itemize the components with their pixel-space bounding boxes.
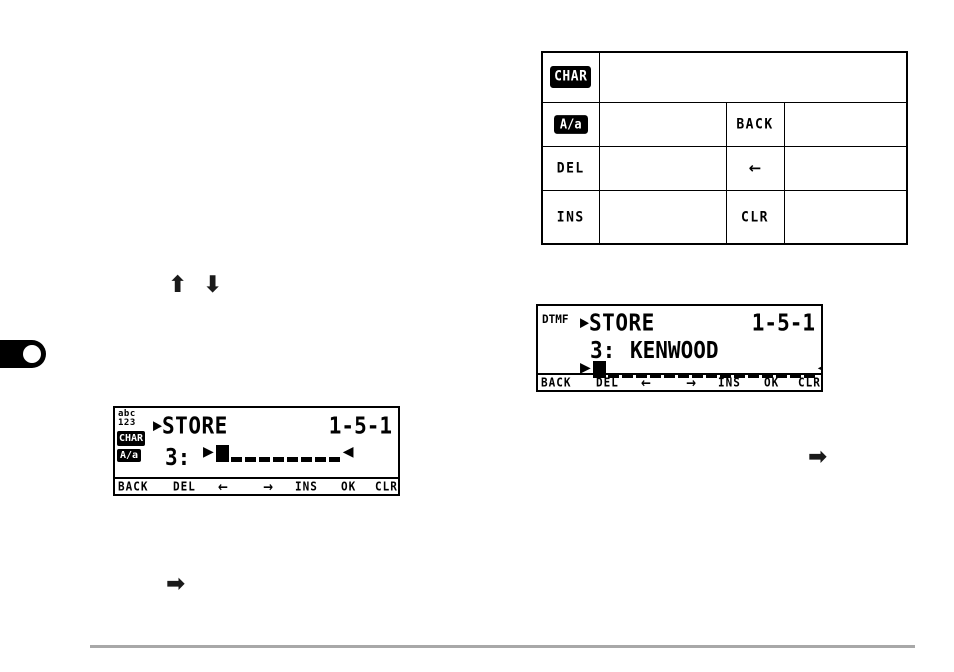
key-function-table: CHAR A/a BACK DEL ← INS CLR (541, 51, 908, 245)
softkey-[interactable]: ← (641, 374, 651, 390)
table-cell-empty (783, 189, 908, 245)
arrow-left-icon: ← (748, 158, 762, 177)
table-cell-back-key: BACK (725, 101, 785, 147)
back-key-label: BACK (736, 116, 774, 133)
lcd-display-empty-entry: abc 123 CHAR A/a ▶STORE 1-5-1 3: ▶ ◀ BACK… (113, 406, 400, 496)
lcd-menu-number: 1-5-1 (328, 412, 392, 440)
name-entry-field[interactable]: ▶◀ (203, 445, 354, 462)
arrow-up-icon: ⬆ (168, 272, 188, 298)
lcd-entry-value: KENWOOD (630, 337, 719, 364)
softkey-clr[interactable]: CLR (798, 375, 821, 390)
case-toggle-icon: A/a (117, 449, 142, 462)
table-cell-empty (598, 145, 727, 191)
abc-mode-icon: abc 123 (118, 409, 136, 428)
arrow-right-icon: ➡ (166, 571, 186, 597)
table-cell-empty (598, 189, 727, 245)
softkey-back[interactable]: BACK (118, 479, 149, 494)
selection-marker-icon: ▶ (153, 415, 163, 435)
table-cell-clr-key: CLR (725, 189, 785, 245)
page-edge-marker (0, 340, 46, 368)
char-key-icon: CHAR (117, 431, 146, 446)
selection-marker-icon: ▶ (580, 312, 590, 332)
entry-slot (272, 457, 284, 462)
table-cell-empty (783, 101, 908, 147)
table-row: A/a BACK (541, 101, 908, 147)
lcd-entry-prefix: 3: (165, 444, 191, 471)
page-title: STORE (162, 412, 228, 440)
entry-slot (300, 457, 312, 462)
entry-slot (314, 457, 326, 462)
softkey-[interactable]: → (263, 478, 273, 494)
entry-slot (328, 457, 340, 462)
lcd-icon-rail: abc 123 CHAR A/a (117, 410, 149, 462)
table-cell-ins-key: INS (541, 189, 600, 245)
arrow-down-icon: ⬇ (203, 272, 223, 298)
lcd-softkey-bar: BACK DEL ← → INS OK CLR (115, 477, 398, 494)
page-edge-marker-dot (23, 345, 41, 363)
entry-end-marker-icon: ◀ (342, 444, 354, 460)
table-row: CHAR (541, 51, 908, 103)
entry-start-marker-icon: ▶ (203, 444, 214, 460)
table-cell-case-key: A/a (541, 101, 600, 147)
lcd-menu-number: 1-5-1 (751, 309, 815, 337)
table-row: INS CLR (541, 189, 908, 245)
entry-slot (286, 457, 298, 462)
softkey-[interactable]: → (686, 374, 696, 390)
lcd-softkey-bar: BACK DEL ← → INS OK CLR (538, 373, 821, 390)
case-toggle-icon: A/a (553, 115, 588, 134)
softkey-ins[interactable]: INS (718, 375, 741, 390)
char-key-icon: CHAR (550, 66, 592, 89)
footer-divider (90, 645, 915, 648)
softkey-clr[interactable]: CLR (375, 479, 398, 494)
softkey-back[interactable]: BACK (541, 375, 572, 390)
softkey-ins[interactable]: INS (295, 479, 318, 494)
table-cell-empty (598, 51, 908, 103)
entry-slot (230, 457, 242, 462)
lcd-title-row: ▶STORE (153, 412, 228, 440)
lcd-title-row: ▶STORE (580, 309, 655, 337)
softkey-del[interactable]: DEL (173, 479, 196, 494)
table-cell-left-arrow-key: ← (725, 145, 785, 191)
ins-key-label: INS (556, 208, 585, 226)
entry-slot (258, 457, 270, 462)
softkey-ok[interactable]: OK (341, 479, 356, 494)
entry-slot (244, 457, 256, 462)
softkey-del[interactable]: DEL (596, 375, 619, 390)
table-cell-char-key: CHAR (541, 51, 600, 103)
table-row: DEL ← (541, 145, 908, 191)
table-cell-del-key: DEL (541, 145, 600, 191)
lcd-display-filled-entry: DTMF ▶STORE 1-5-1 3: KENWOOD ▶◀ BACKDEL←… (536, 304, 823, 392)
arrow-right-icon: ➡ (808, 444, 828, 470)
table-cell-empty (783, 145, 908, 191)
table-cell-empty (598, 101, 727, 147)
del-key-label: DEL (556, 160, 585, 177)
lcd-entry-prefix: 3: (590, 337, 616, 364)
text-cursor (215, 445, 229, 462)
clr-key-label: CLR (741, 208, 769, 226)
dtmf-mode-label: DTMF (542, 312, 569, 327)
page-title: STORE (589, 309, 655, 337)
softkey-ok[interactable]: OK (764, 375, 779, 390)
softkey-[interactable]: ← (218, 478, 228, 494)
